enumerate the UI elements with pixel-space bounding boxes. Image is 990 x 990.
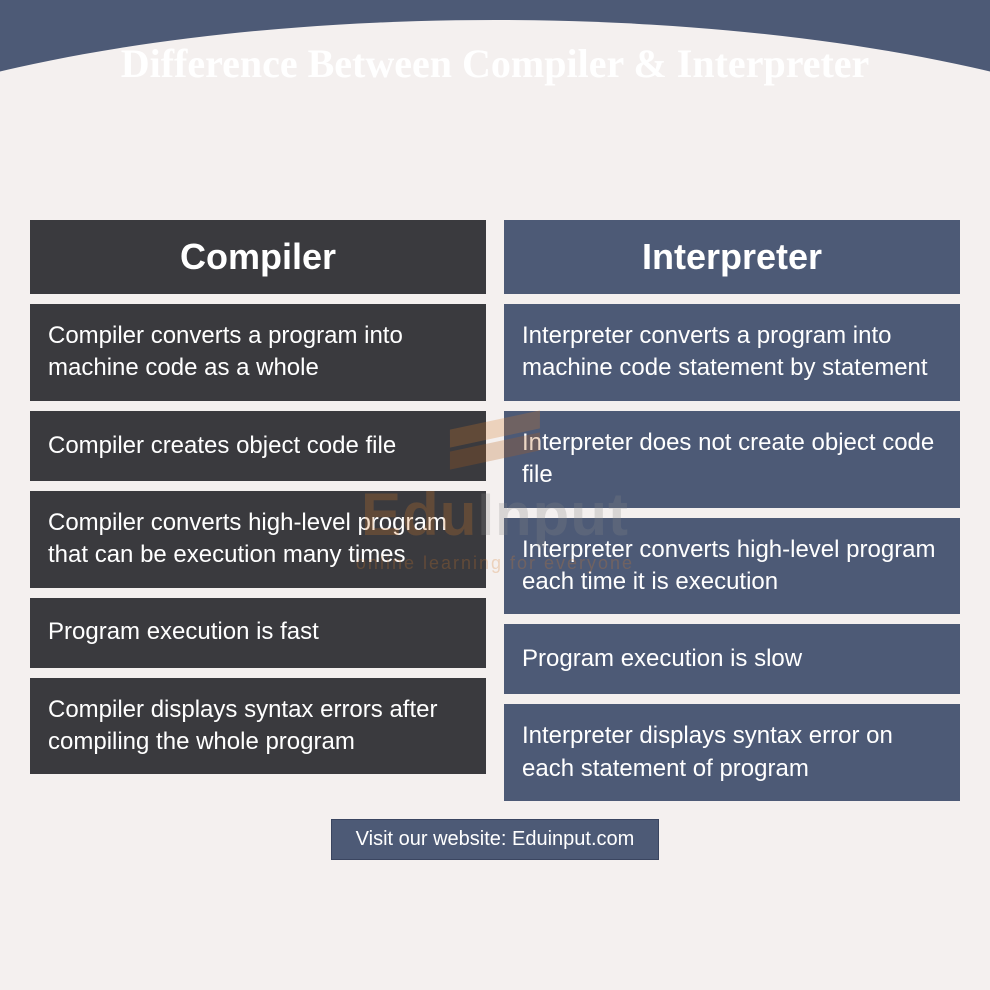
- column-compiler: Compiler Compiler converts a program int…: [30, 220, 486, 801]
- header-banner: Difference Between Compiler & Interprete…: [0, 0, 990, 180]
- comparison-table: Compiler Compiler converts a program int…: [0, 180, 990, 801]
- table-row: Program execution is slow: [504, 624, 960, 694]
- table-row: Interpreter converts a program into mach…: [504, 304, 960, 401]
- column-header-compiler: Compiler: [30, 220, 486, 294]
- table-row: Compiler displays syntax errors after co…: [30, 678, 486, 775]
- table-row: Compiler converts a program into machine…: [30, 304, 486, 401]
- table-row: Compiler converts high-level program tha…: [30, 491, 486, 588]
- table-row: Compiler creates object code file: [30, 411, 486, 481]
- table-row: Program execution is fast: [30, 598, 486, 668]
- page-title: Difference Between Compiler & Interprete…: [0, 0, 990, 87]
- table-row: Interpreter does not create object code …: [504, 411, 960, 508]
- table-row: Interpreter displays syntax error on eac…: [504, 704, 960, 801]
- column-header-interpreter: Interpreter: [504, 220, 960, 294]
- footer-website-link[interactable]: Visit our website: Eduinput.com: [331, 819, 660, 860]
- table-row: Interpreter converts high-level program …: [504, 518, 960, 615]
- footer-container: Visit our website: Eduinput.com: [0, 819, 990, 860]
- column-interpreter: Interpreter Interpreter converts a progr…: [504, 220, 960, 801]
